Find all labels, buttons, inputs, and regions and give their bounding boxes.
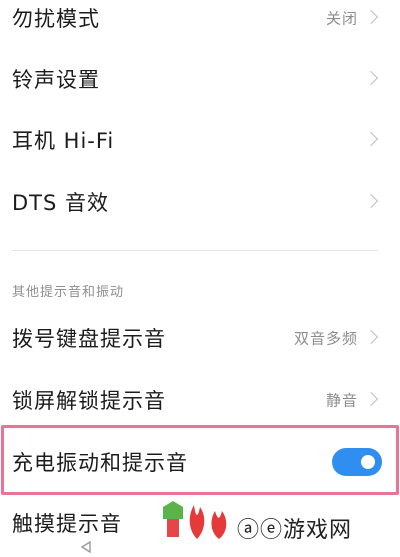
row-title: 耳机 Hi-Fi — [12, 129, 115, 153]
row-title: 充电振动和提示音 — [12, 451, 188, 475]
settings-row-ringtone[interactable]: 铃声设置 — [0, 49, 400, 109]
section-divider — [12, 250, 378, 251]
chevron-right-icon — [363, 391, 379, 407]
settings-row-lockscreen-tone[interactable]: 锁屏解锁提示音 静音 — [0, 370, 400, 430]
charging-toggle[interactable] — [332, 448, 382, 476]
row-value: 关闭 — [325, 9, 358, 28]
row-title: 铃声设置 — [12, 68, 100, 92]
settings-row-touch-tone[interactable]: 触摸提示音 — [12, 508, 122, 538]
row-title: 锁屏解锁提示音 — [12, 389, 166, 413]
row-title: DTS 音效 — [12, 191, 110, 215]
settings-row-do-not-disturb[interactable]: 勿扰模式 关闭 — [0, 0, 400, 48]
settings-row-dts[interactable]: DTS 音效 — [0, 172, 400, 232]
toggle-knob — [361, 455, 375, 469]
row-title: 拨号键盘提示音 — [12, 327, 166, 351]
row-title: 勿扰模式 — [12, 7, 100, 31]
row-value: 静音 — [325, 391, 358, 410]
watermark-text: ⓐⓔ游戏网 — [237, 518, 353, 543]
settings-row-dialpad-tone[interactable]: 拨号键盘提示音 双音多频 — [0, 308, 400, 368]
watermark-logo-icon — [163, 501, 227, 539]
settings-row-headphone-hifi[interactable]: 耳机 Hi-Fi — [0, 110, 400, 170]
section-header: 其他提示音和振动 — [12, 285, 125, 300]
chevron-right-icon — [363, 329, 379, 345]
back-nav-icon[interactable] — [80, 541, 92, 553]
chevron-right-icon — [363, 131, 379, 147]
chevron-right-icon — [363, 70, 379, 86]
chevron-right-icon — [363, 9, 379, 25]
row-value: 双音多频 — [293, 329, 358, 348]
chevron-right-icon — [363, 193, 379, 209]
